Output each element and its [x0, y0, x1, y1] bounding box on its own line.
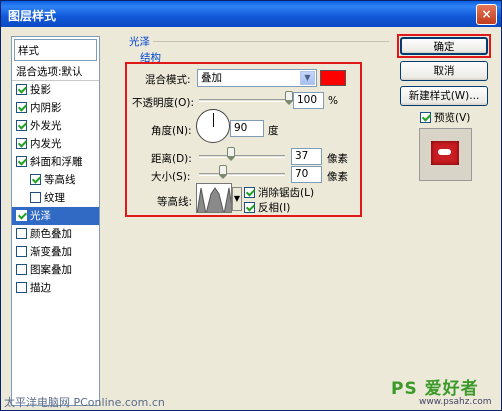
angle-unit: 度: [268, 125, 279, 137]
watermark-site: www.psahz.com: [419, 397, 492, 407]
preview-label: 预览(V): [434, 112, 471, 124]
size-unit: 像素: [327, 171, 348, 183]
invert-checkbox[interactable]: 反相(I): [244, 200, 290, 215]
size-slider-track[interactable]: [199, 173, 285, 176]
style-list-item-label: 光泽: [30, 210, 51, 222]
invert-label: 反相(I): [258, 202, 291, 214]
group-divider: [153, 41, 389, 42]
checkbox-checked-icon[interactable]: [16, 120, 27, 131]
style-list-item[interactable]: 内发光: [12, 135, 99, 153]
opacity-slider-track[interactable]: [199, 99, 289, 102]
chevron-down-icon: ▼: [300, 71, 315, 85]
opacity-unit: %: [328, 95, 338, 107]
style-list-item-label: 斜面和浮雕: [30, 156, 83, 168]
cancel-button[interactable]: 取消: [400, 61, 488, 81]
distance-slider-thumb[interactable]: [226, 147, 235, 161]
blend-color-swatch[interactable]: [320, 70, 346, 86]
style-list-item[interactable]: 描边: [12, 279, 99, 297]
style-list: 样式 混合选项:默认 投影内阴影外发光内发光斜面和浮雕等高线纹理光泽颜色叠加渐变…: [11, 36, 100, 406]
style-list-item[interactable]: 颜色叠加: [12, 225, 99, 243]
distance-slider-track[interactable]: [199, 155, 285, 158]
size-input[interactable]: 70: [291, 166, 322, 183]
angle-hand: [213, 113, 214, 127]
blend-mode-select[interactable]: 叠加 ▼: [197, 69, 317, 87]
style-list-item[interactable]: 纹理: [12, 189, 99, 207]
style-list-item-label: 等高线: [44, 174, 76, 186]
style-list-item[interactable]: 光泽: [12, 207, 99, 225]
blend-options-item[interactable]: 混合选项:默认: [12, 63, 99, 81]
checkbox-checked-icon[interactable]: [16, 84, 27, 95]
distance-label: 距离(D):: [151, 153, 192, 165]
size-slider-thumb[interactable]: [219, 165, 228, 179]
distance-input[interactable]: 37: [291, 148, 322, 165]
title-bar[interactable]: 图层样式 ×: [1, 1, 501, 27]
angle-dial[interactable]: [196, 109, 230, 143]
opacity-label: 不透明度(O):: [132, 97, 194, 109]
satin-group-title: 光泽: [129, 36, 150, 48]
opacity-input[interactable]: 100: [293, 92, 324, 109]
anti-alias-check-icon: [244, 187, 255, 198]
style-list-item-label: 图案叠加: [30, 264, 72, 276]
style-preview-thumbnail: [419, 128, 472, 181]
contour-curve-graphic: [197, 187, 231, 212]
contour-dropdown-arrow[interactable]: ▼: [232, 187, 242, 211]
style-list-item-label: 描边: [30, 282, 51, 294]
anti-alias-checkbox[interactable]: 消除锯齿(L): [244, 185, 314, 200]
opacity-slider-thumb[interactable]: [285, 91, 293, 105]
checkbox-unchecked-icon[interactable]: [16, 246, 27, 257]
style-list-item[interactable]: 内阴影: [12, 99, 99, 117]
checkbox-checked-icon[interactable]: [16, 210, 27, 221]
style-list-item-label: 纹理: [44, 192, 65, 204]
style-list-item-label: 内阴影: [30, 102, 62, 114]
style-list-item[interactable]: 外发光: [12, 117, 99, 135]
new-style-button[interactable]: 新建样式(W)...: [400, 86, 488, 106]
size-label: 大小(S):: [151, 171, 191, 183]
anti-alias-label: 消除锯齿(L): [258, 187, 315, 199]
distance-unit: 像素: [327, 153, 348, 165]
angle-label: 角度(N):: [151, 125, 192, 137]
style-list-item[interactable]: 渐变叠加: [12, 243, 99, 261]
layer-style-dialog: 图层样式 × 样式 混合选项:默认 投影 内阴影 外发光 内发光 斜面和浮雕 等高线 纹理光…: [0, 0, 502, 411]
checkbox-checked-icon[interactable]: [30, 174, 41, 185]
blend-mode-label: 混合模式:: [145, 74, 191, 86]
contour-label: 等高线:: [157, 196, 193, 208]
checkbox-unchecked-icon[interactable]: [16, 228, 27, 239]
close-icon[interactable]: ×: [476, 4, 497, 25]
style-list-item[interactable]: 投影: [12, 81, 99, 99]
preview-check-icon: [420, 112, 431, 123]
watermark-brand: PS 爱好者: [391, 379, 479, 399]
contour-preview[interactable]: [196, 183, 232, 213]
style-list-item[interactable]: 图案叠加: [12, 261, 99, 279]
checkbox-checked-icon[interactable]: [16, 156, 27, 167]
style-list-item[interactable]: 斜面和浮雕: [12, 153, 99, 171]
checkbox-checked-icon[interactable]: [16, 102, 27, 113]
style-list-item-label: 外发光: [30, 120, 62, 132]
preview-checkbox[interactable]: 预览(V): [420, 110, 470, 125]
watermark-pconline: 太平洋电脑网 PConline.com.cn: [4, 396, 165, 409]
checkbox-unchecked-icon[interactable]: [16, 282, 27, 293]
checkbox-checked-icon[interactable]: [16, 138, 27, 149]
angle-input[interactable]: 90: [230, 120, 264, 137]
style-list-item-label: 渐变叠加: [30, 246, 72, 258]
ok-button[interactable]: 确定: [400, 37, 488, 55]
checkbox-unchecked-icon[interactable]: [16, 264, 27, 275]
dialog-title: 图层样式: [8, 9, 57, 23]
style-list-item-label: 内发光: [30, 138, 62, 150]
invert-check-icon: [244, 202, 255, 213]
blend-mode-value: 叠加: [201, 72, 222, 84]
preview-swatch: [431, 141, 459, 165]
style-list-item[interactable]: 等高线: [12, 171, 99, 189]
style-list-item-label: 颜色叠加: [30, 228, 72, 240]
style-list-item-label: 投影: [30, 84, 51, 96]
style-list-header[interactable]: 样式: [14, 39, 97, 61]
checkbox-unchecked-icon[interactable]: [30, 192, 41, 203]
